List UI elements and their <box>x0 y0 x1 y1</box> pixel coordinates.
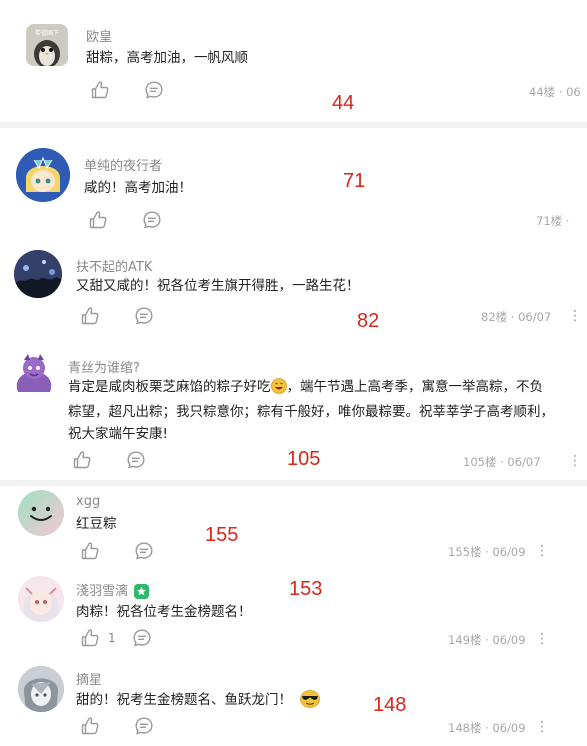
annotation-number: 82 <box>357 310 380 332</box>
username-text: 淺羽雪漓 <box>76 584 129 599</box>
username[interactable]: 欧皇 <box>86 26 112 45</box>
like-icon[interactable] <box>90 80 110 100</box>
like-icon[interactable]: 1 <box>80 628 116 648</box>
comment-line-text: 肯定是咸肉板栗芝麻馅的粽子好吃 <box>68 379 271 395</box>
more-icon[interactable]: ⋮ <box>568 454 582 468</box>
like-icon[interactable] <box>80 716 100 736</box>
comment-line-text: ，端午节遇上高考季，寓意一举高粽，不负 <box>286 379 544 395</box>
reply-icon[interactable] <box>142 210 162 230</box>
comment-item: xgg 红豆粽 155楼 · 06/09 ⋮ 155 <box>0 486 587 566</box>
comment-line: 粽望，超凡出粽；我只粽意你；粽有千般好，唯你最粽要。祝莘莘学子高考顺利， <box>68 404 554 420</box>
comment-actions <box>72 450 146 470</box>
username[interactable]: 淺羽雪漓 <box>76 580 150 599</box>
floor-date: 155楼 · 06/09 <box>448 545 526 559</box>
comment-item: 淺羽雪漓 肉粽！祝各位考生金榜题名！ 1 149楼 · 06/09 ⋮ 153 <box>0 566 587 658</box>
floor-date: 71楼 · <box>536 214 570 228</box>
comment-item: 青丝为谁绾? 肯定是咸肉板栗芝麻馅的粽子好吃 ，端午节遇上高考季，寓意一举高粽，不… <box>0 340 587 480</box>
reply-icon[interactable] <box>134 306 154 326</box>
comment-actions <box>80 716 154 736</box>
comment-line-text: 甜的！祝考生金榜题名、鱼跃龙门！ <box>76 692 292 708</box>
comment-text: 咸的！高考加油！ <box>84 180 192 196</box>
annotation-number: 105 <box>287 448 321 470</box>
annotation-number: 71 <box>343 170 366 192</box>
comment-text: 肯定是咸肉板栗芝麻馅的粽子好吃 ，端午节遇上高考季，寓意一举高粽，不负 粽望，超凡… <box>68 376 568 445</box>
floor-date: 82楼 · 06/07 <box>481 310 552 324</box>
floor-date: 105楼 · 06/07 <box>463 455 541 469</box>
anime-avatar-image <box>16 148 70 202</box>
comment-actions <box>88 210 162 230</box>
reply-icon[interactable] <box>144 80 164 100</box>
smiley-avatar-image <box>18 490 64 536</box>
comment-text: 甜的！祝考生金榜题名、鱼跃龙门！ <box>76 689 320 715</box>
comment-text: 肉粽！祝各位考生金榜题名！ <box>76 604 252 620</box>
reply-icon[interactable] <box>132 628 152 648</box>
grin-emoji <box>270 378 287 401</box>
crowd-avatar-image <box>14 250 62 298</box>
like-icon[interactable] <box>80 541 100 561</box>
annotation-number: 148 <box>373 694 407 716</box>
comment-actions: 1 <box>80 628 152 648</box>
comment-actions <box>80 541 154 561</box>
comment-actions <box>90 80 164 100</box>
floor-date: 44楼 · 06 <box>529 85 581 99</box>
avatar[interactable] <box>18 666 64 712</box>
username[interactable]: xgg <box>76 494 100 509</box>
anime-girl-avatar-image <box>18 576 64 622</box>
comment-item: 带祖国下 欧皇 甜粽，高考加油，一帆风顺 44楼 · 06 44 <box>0 0 587 120</box>
more-icon[interactable]: ⋮ <box>568 309 582 323</box>
avatar[interactable]: 带祖国下 <box>26 24 68 66</box>
avatar[interactable] <box>18 576 64 622</box>
reply-icon[interactable] <box>134 541 154 561</box>
like-count: 1 <box>108 631 116 645</box>
annotation-number: 155 <box>205 524 239 546</box>
comment-item: 单纯的夜行者 咸的！高考加油！ 71楼 · 71 <box>0 128 587 238</box>
username[interactable]: 扶不起的ATK <box>76 256 152 275</box>
more-icon[interactable]: ⋮ <box>535 632 549 646</box>
like-icon[interactable] <box>72 450 92 470</box>
username[interactable]: 青丝为谁绾? <box>68 357 140 376</box>
comment-text: 红豆粽 <box>76 516 117 532</box>
avatar[interactable] <box>18 490 64 536</box>
like-icon[interactable] <box>80 306 100 326</box>
comment-actions <box>80 306 154 326</box>
comment-line: 祝大家端午安康! <box>68 426 168 442</box>
avatar[interactable] <box>14 250 62 298</box>
comment-line: 肯定是咸肉板栗芝麻馅的粽子好吃 ，端午节遇上高考季，寓意一举高粽，不负 <box>68 376 568 401</box>
avatar-caption: 带祖国下 <box>34 30 59 37</box>
annotation-number: 44 <box>332 92 355 114</box>
username[interactable]: 单纯的夜行者 <box>84 155 162 174</box>
annotation-number: 153 <box>289 578 323 600</box>
more-icon[interactable]: ⋮ <box>535 544 549 558</box>
comment-item: 摘星 甜的！祝考生金榜题名、鱼跃龙门！ 148楼 · 06/09 ⋮ 148 <box>0 658 587 746</box>
comment-text: 甜粽，高考加油，一帆风顺 <box>86 50 248 66</box>
sunglasses-emoji <box>300 690 320 715</box>
avatar[interactable] <box>10 352 58 400</box>
like-icon[interactable] <box>88 210 108 230</box>
reply-icon[interactable] <box>134 716 154 736</box>
avatar[interactable] <box>16 148 70 202</box>
reply-icon[interactable] <box>126 450 146 470</box>
username[interactable]: 摘星 <box>76 669 102 688</box>
floor-date: 149楼 · 06/09 <box>448 633 526 647</box>
verified-badge-icon <box>134 584 150 599</box>
more-icon[interactable]: ⋮ <box>535 720 549 734</box>
purple-character-avatar-image <box>16 354 52 392</box>
comment-item: 扶不起的ATK 又甜又咸的！祝各位考生旗开得胜，一路生花！ 82楼 · 06/0… <box>0 238 587 338</box>
silver-hair-avatar-image <box>18 666 64 712</box>
comment-text: 又甜又咸的！祝各位考生旗开得胜，一路生花！ <box>76 278 360 294</box>
floor-date: 148楼 · 06/09 <box>448 721 526 735</box>
